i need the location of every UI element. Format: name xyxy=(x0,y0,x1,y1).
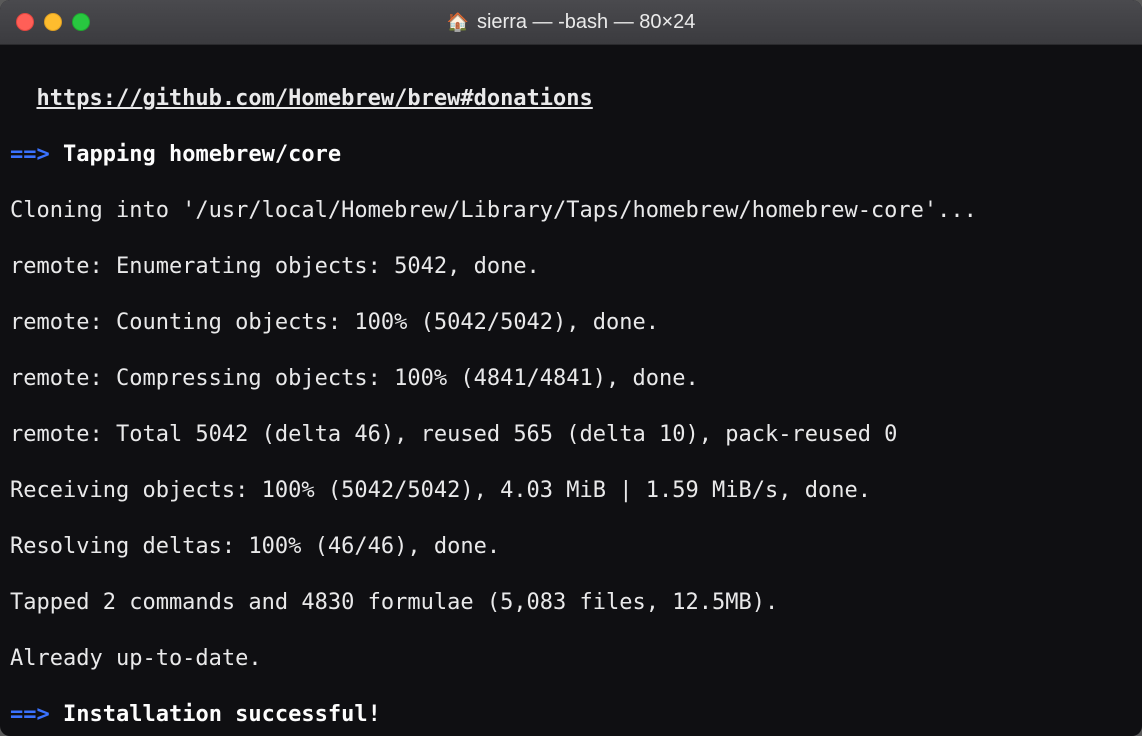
output-line: Cloning into '/usr/local/Homebrew/Librar… xyxy=(10,197,1134,225)
output-line: Already up-to-date. xyxy=(10,645,1134,673)
output-line: Resolving deltas: 100% (46/46), done. xyxy=(10,533,1134,561)
terminal-body[interactable]: https://github.com/Homebrew/brew#donatio… xyxy=(0,45,1142,736)
window-controls xyxy=(16,13,90,31)
close-icon[interactable] xyxy=(16,13,34,31)
arrow-icon: ==> xyxy=(10,702,50,727)
output-line: remote: Total 5042 (delta 46), reused 56… xyxy=(10,421,1134,449)
output-line: Receiving objects: 100% (5042/5042), 4.0… xyxy=(10,477,1134,505)
window-title: 🏠 sierra — -bash — 80×24 xyxy=(0,8,1142,36)
output-line: remote: Enumerating objects: 5042, done. xyxy=(10,253,1134,281)
donations-link[interactable]: https://github.com/Homebrew/brew#donatio… xyxy=(36,86,592,111)
output-line: remote: Counting objects: 100% (5042/504… xyxy=(10,309,1134,337)
output-line: remote: Compressing objects: 100% (4841/… xyxy=(10,365,1134,393)
tapping-heading: Tapping homebrew/core xyxy=(63,142,341,167)
terminal-window: 🏠 sierra — -bash — 80×24 https://github.… xyxy=(0,0,1142,736)
minimize-icon[interactable] xyxy=(44,13,62,31)
zoom-icon[interactable] xyxy=(72,13,90,31)
output-line: Tapped 2 commands and 4830 formulae (5,0… xyxy=(10,589,1134,617)
arrow-icon: ==> xyxy=(10,142,50,167)
titlebar: 🏠 sierra — -bash — 80×24 xyxy=(0,0,1142,45)
home-icon: 🏠 xyxy=(447,8,469,36)
install-success-heading: Installation successful! xyxy=(63,702,381,727)
window-title-text: sierra — -bash — 80×24 xyxy=(477,8,695,36)
